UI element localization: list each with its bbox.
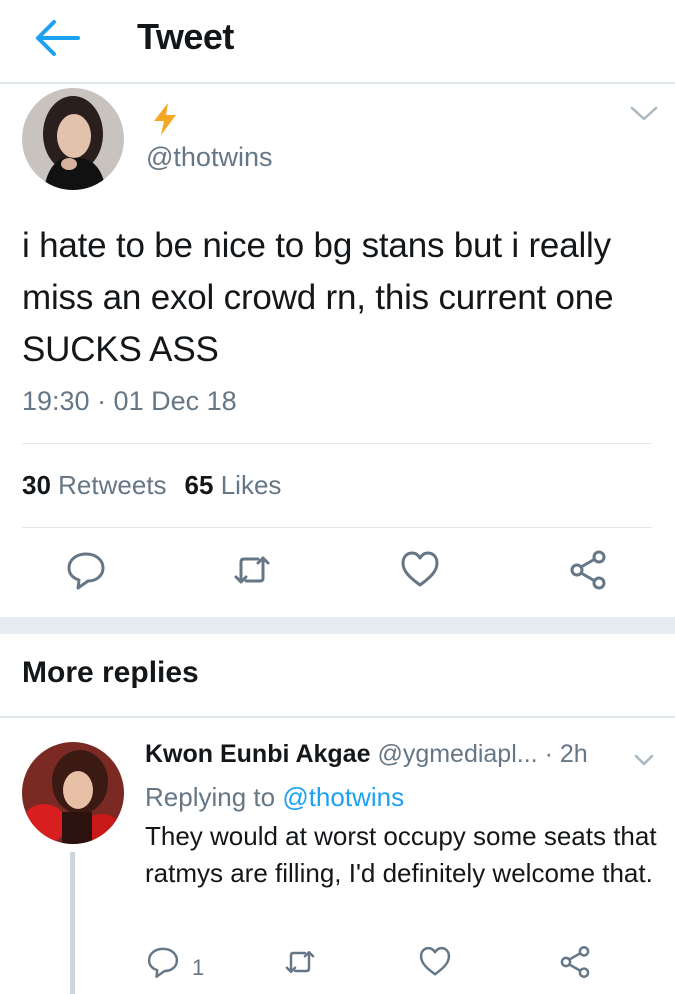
reply-author-handle[interactable]: @ygmediapl... (377, 740, 537, 768)
author-handle[interactable]: @thotwins (146, 142, 272, 173)
section-separator (0, 617, 675, 634)
share-icon[interactable] (568, 548, 608, 592)
divider (22, 527, 652, 528)
page-title: Tweet (137, 16, 234, 57)
replying-mention[interactable]: @thotwins (282, 782, 404, 812)
reply-author-name[interactable]: Kwon Eunbi Akgae (145, 740, 370, 768)
reply-text: They would at worst occupy some seats th… (145, 821, 657, 888)
divider (0, 716, 675, 718)
tweet-stats: 30 Retweets 65 Likes (22, 470, 281, 501)
retweets-label: Retweets (58, 470, 167, 500)
share-icon[interactable] (558, 944, 592, 980)
like-icon[interactable] (400, 548, 440, 592)
retweet-icon[interactable] (232, 548, 272, 592)
likes-label: Likes (220, 470, 282, 500)
likes-count: 65 (184, 470, 214, 500)
retweets-stat[interactable]: 30 Retweets (22, 470, 167, 500)
likes-stat[interactable]: 65 Likes (185, 470, 282, 500)
chevron-down-icon[interactable] (629, 104, 659, 124)
avatar[interactable] (22, 742, 124, 844)
reply-header: Kwon Eunbi Akgae @ygmediapl... · 2h (145, 740, 588, 769)
replying-to: Replying to @thotwins (145, 782, 404, 813)
reply-icon[interactable] (66, 548, 106, 592)
lightning-bolt-icon (154, 103, 176, 135)
like-icon[interactable] (418, 944, 452, 980)
retweet-icon[interactable] (283, 944, 317, 980)
tweet-timestamp: 19:30 · 01 Dec 18 (22, 386, 237, 416)
reply-actions (0, 944, 675, 984)
avatar[interactable] (22, 88, 124, 190)
more-replies-heading: More replies (22, 656, 199, 689)
tweet-actions (0, 548, 675, 598)
replying-prefix: Replying to (145, 782, 276, 812)
reply-time: · 2h (544, 740, 588, 768)
top-bar: Tweet (0, 0, 675, 84)
reply-count: 1 (192, 955, 205, 980)
arrow-left-icon[interactable] (34, 18, 82, 58)
tweet-text: i hate to be nice to bg stans but i real… (22, 226, 614, 369)
divider (22, 443, 652, 444)
chevron-down-icon[interactable] (633, 752, 655, 768)
reply-icon[interactable] (146, 944, 180, 980)
retweets-count: 30 (22, 470, 51, 500)
